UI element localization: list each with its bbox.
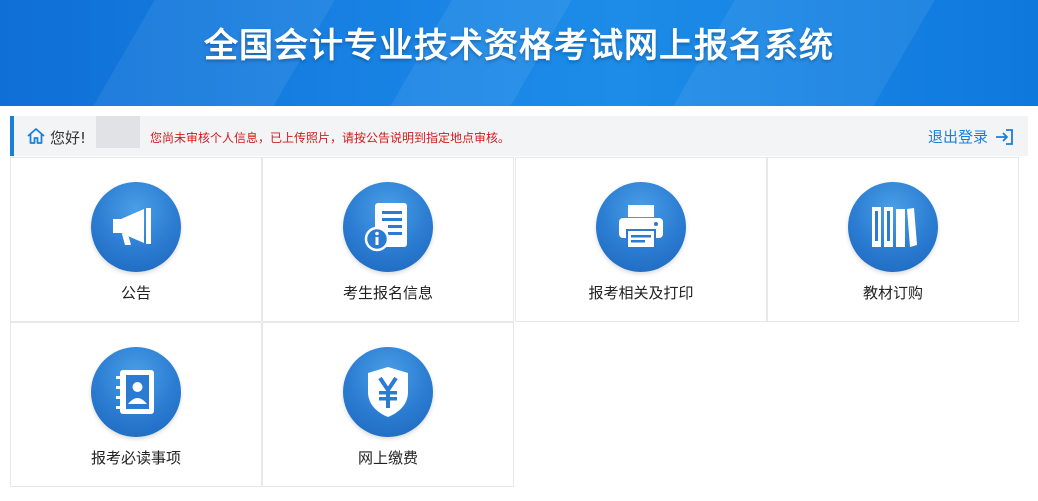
greeting-text: 您好! [50, 129, 87, 147]
review-notice: 您尚未审核个人信息，已上传照片，请按公告说明到指定地点审核。 [150, 131, 511, 145]
logout-label: 退出登录 [927, 128, 988, 146]
menu-item-label: 教材订购 [862, 284, 923, 302]
info-bar: 您好! 您尚未审核个人信息，已上传照片，请按公告说明到指定地点审核。 退出登录 [10, 116, 1028, 156]
yuan-shield-icon [368, 367, 408, 417]
menu-item-announcement[interactable]: 公告 [10, 157, 262, 322]
menu-item-online-payment[interactable]: 网上缴费 [262, 322, 514, 487]
menu-item-label: 报考相关及打印 [588, 284, 694, 302]
menu-item-must-read[interactable]: 报考必读事项 [10, 322, 262, 487]
header-banner: 全国会计专业技术资格考试网上报名系统 [0, 0, 1038, 106]
menu-item-label: 网上缴费 [357, 449, 418, 467]
menu-item-print[interactable]: 报考相关及打印 [515, 157, 767, 322]
menu-item-label: 考生报名信息 [342, 284, 433, 302]
logout-button[interactable]: 退出登录 [928, 126, 1014, 147]
logout-icon [996, 128, 1013, 145]
menu-item-label: 公告 [120, 284, 151, 302]
printer-icon [619, 205, 663, 249]
home-icon [27, 128, 45, 144]
menu-item-label: 报考必读事项 [90, 449, 181, 467]
menu-item-textbook-order[interactable]: 教材订购 [767, 157, 1019, 322]
books-icon [872, 207, 917, 247]
megaphone-icon [113, 208, 151, 245]
menu-item-candidate-info[interactable]: 考生报名信息 [262, 157, 514, 322]
user-name-redacted [96, 116, 140, 148]
info-document-icon [364, 203, 407, 252]
contact-book-icon [116, 370, 154, 414]
page-title: 全国会计专业技术资格考试网上报名系统 [204, 26, 834, 66]
